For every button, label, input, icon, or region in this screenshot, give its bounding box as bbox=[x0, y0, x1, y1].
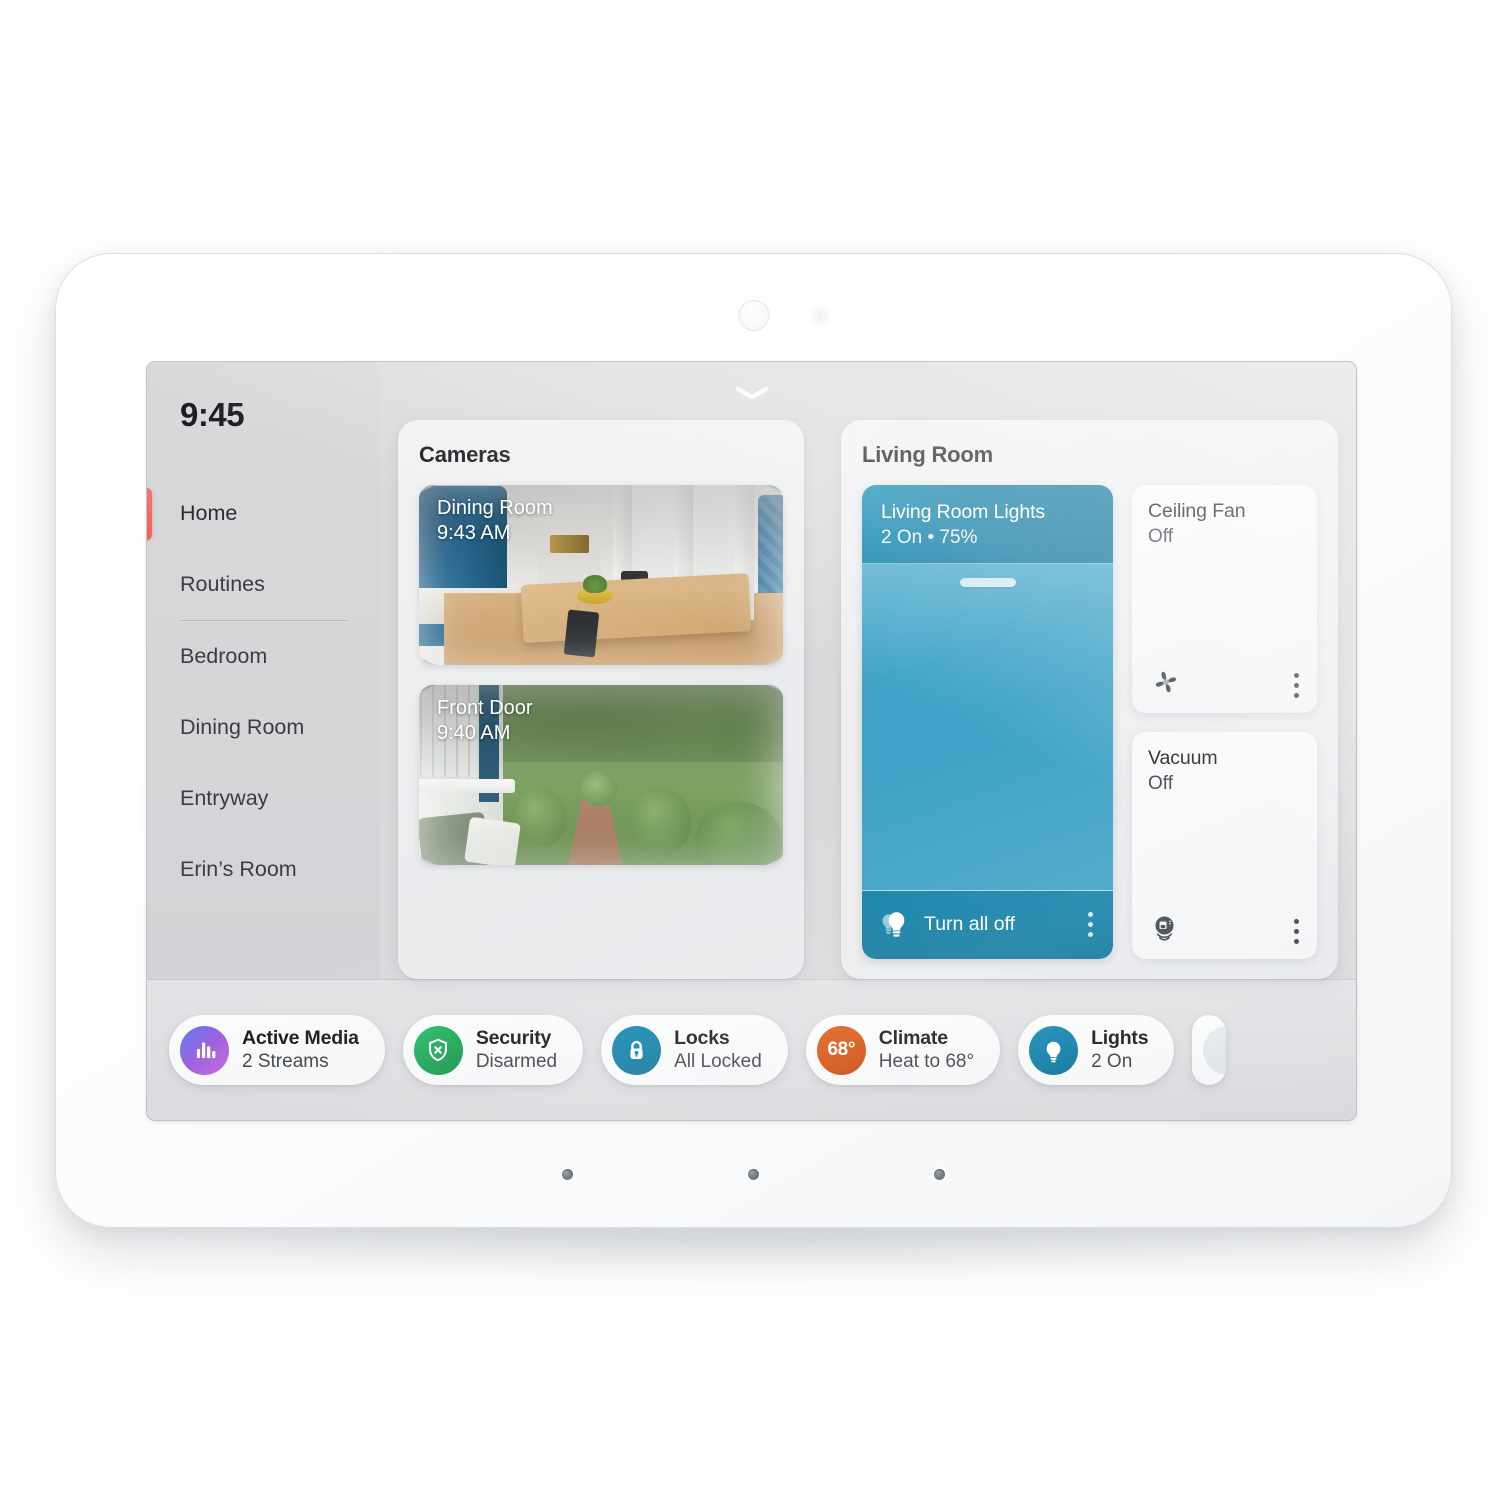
sidebar-item-label: Dining Room bbox=[180, 715, 305, 739]
sidebar-item-bedroom[interactable]: Bedroom bbox=[147, 621, 380, 692]
status-pill-title: Lights bbox=[1091, 1027, 1149, 1050]
status-pill-subtitle: 2 Streams bbox=[242, 1050, 329, 1072]
status-pill-locks[interactable]: Locks All Locked bbox=[601, 1015, 788, 1085]
kebab-menu-icon[interactable] bbox=[1290, 671, 1303, 700]
camera-timestamp: 9:40 AM bbox=[437, 721, 511, 744]
status-pill-security[interactable]: Security Disarmed bbox=[402, 1015, 584, 1085]
robot-vacuum-icon bbox=[1148, 910, 1184, 946]
temperature-badge-icon: 68° bbox=[816, 1025, 866, 1075]
lock-icon bbox=[612, 1025, 662, 1075]
cameras-card-title: Cameras bbox=[419, 442, 511, 467]
camera-name: Dining Room bbox=[437, 497, 553, 519]
status-pill-text: Locks All Locked bbox=[674, 1027, 762, 1073]
speaker-dot bbox=[934, 1169, 945, 1180]
sensor-smudge bbox=[808, 305, 831, 327]
device-drop-shadow bbox=[140, 1232, 1360, 1276]
status-pill-text: Climate Heat to 68° bbox=[879, 1027, 974, 1073]
turn-all-off-button[interactable]: Turn all off bbox=[862, 891, 1113, 959]
status-pill-bar: Active Media 2 Streams Security Disarmed bbox=[147, 979, 1356, 1120]
sidebar-item-entryway[interactable]: Entryway bbox=[147, 763, 380, 834]
lights-name: Living Room Lights bbox=[881, 501, 1046, 523]
speaker-dot bbox=[562, 1169, 573, 1180]
lightbulb-icon bbox=[1029, 1025, 1079, 1075]
living-room-card-title: Living Room bbox=[862, 442, 994, 467]
sidebar-item-label: Erin’s Room bbox=[180, 857, 297, 881]
camera-lens-icon bbox=[738, 300, 769, 331]
status-pill-climate[interactable]: 68° Climate Heat to 68° bbox=[805, 1015, 1001, 1085]
status-pill-title: Active Media bbox=[242, 1027, 359, 1050]
status-pill-text: Lights 2 On bbox=[1091, 1027, 1148, 1073]
sidebar-item-label: Home bbox=[180, 501, 238, 525]
active-indicator bbox=[147, 487, 152, 540]
camera-feed-dining-room[interactable]: Dining Room 9:43 AM bbox=[419, 485, 783, 665]
status-pill-subtitle: 2 On bbox=[1091, 1050, 1133, 1072]
device-state: Off bbox=[1148, 772, 1173, 794]
status-pill-title: Climate bbox=[878, 1027, 948, 1050]
slider-handle[interactable] bbox=[959, 578, 1016, 588]
status-pill-lights[interactable]: Lights 2 On bbox=[1018, 1015, 1175, 1085]
brightness-slider[interactable] bbox=[862, 563, 1113, 891]
device-tile-vacuum[interactable]: Vacuum Off bbox=[1132, 731, 1317, 959]
status-pill-text: Security Disarmed bbox=[476, 1027, 557, 1073]
sidebar-item-label: Bedroom bbox=[180, 644, 268, 668]
ceiling-fan-icon bbox=[1148, 664, 1184, 700]
kebab-menu-icon[interactable] bbox=[1290, 917, 1303, 946]
sidebar-item-routines[interactable]: Routines bbox=[147, 549, 380, 620]
turn-all-off-label: Turn all off bbox=[924, 912, 1016, 935]
sidebar-item-label: Routines bbox=[180, 572, 265, 596]
status-pill-title: Security bbox=[475, 1027, 552, 1050]
status-pill-title: Locks bbox=[674, 1027, 730, 1050]
shield-x-icon bbox=[413, 1025, 463, 1075]
kebab-menu-icon[interactable] bbox=[1084, 910, 1097, 939]
sidebar-item-list: Home Routines Bedroom Dining Room Entryw… bbox=[147, 478, 380, 905]
screenshot-scene: 9:45 Home Routines Bedroom Dining Room E… bbox=[0, 0, 1500, 1500]
sidebar-item-erins-room[interactable]: Erin’s Room bbox=[147, 834, 380, 905]
lights-status: 2 On • 75% bbox=[881, 527, 978, 549]
camera-feed-front-door[interactable]: Front Door 9:40 AM bbox=[419, 685, 783, 865]
living-room-card: Living Room Living Room Lights 2 On • 75… bbox=[841, 420, 1338, 979]
sidebar-item-label: Entryway bbox=[180, 786, 269, 810]
cameras-card: Cameras Dining Room 9:43 AM Front Door 9… bbox=[398, 420, 804, 979]
dashboard-cards: Cameras Dining Room 9:43 AM Front Door 9… bbox=[380, 362, 1356, 979]
speaker-dots bbox=[55, 1169, 1452, 1180]
clock: 9:45 bbox=[180, 396, 245, 433]
device-tile-ceiling-fan[interactable]: Ceiling Fan Off bbox=[1132, 485, 1317, 713]
living-room-device-tiles: Ceiling Fan Off Vacuum Off bbox=[1132, 485, 1317, 959]
climate-temperature-value: 68° bbox=[827, 1039, 856, 1060]
speaker-dot bbox=[748, 1169, 759, 1180]
device-name: Vacuum bbox=[1148, 746, 1218, 769]
sidebar-item-dining-room[interactable]: Dining Room bbox=[147, 692, 380, 763]
camera-timestamp: 9:43 AM bbox=[437, 521, 511, 544]
status-pill-subtitle: All Locked bbox=[674, 1050, 762, 1072]
display-screen: 9:45 Home Routines Bedroom Dining Room E… bbox=[147, 362, 1356, 1120]
chevron-down-icon[interactable] bbox=[735, 386, 769, 400]
camera-overlay-label: Dining Room 9:43 AM bbox=[437, 497, 553, 545]
smart-display-device: 9:45 Home Routines Bedroom Dining Room E… bbox=[55, 253, 1452, 1228]
equalizer-icon bbox=[180, 1025, 229, 1075]
lights-header[interactable]: Living Room Lights 2 On • 75% bbox=[862, 485, 1113, 564]
status-pill-subtitle: Heat to 68° bbox=[878, 1050, 975, 1072]
camera-overlay-label: Front Door 9:40 AM bbox=[437, 697, 533, 745]
status-pill-overflow[interactable] bbox=[1192, 1015, 1227, 1085]
sidebar-item-home[interactable]: Home bbox=[147, 478, 380, 549]
living-room-lights-control[interactable]: Living Room Lights 2 On • 75% Turn all o… bbox=[862, 485, 1113, 959]
device-name: Ceiling Fan bbox=[1148, 500, 1246, 522]
status-pill-active-media[interactable]: Active Media 2 Streams bbox=[169, 1015, 385, 1085]
camera-feed-list: Dining Room 9:43 AM Front Door 9:40 AM bbox=[419, 485, 783, 865]
lightbulb-icon bbox=[879, 908, 911, 940]
sidebar-nav: 9:45 Home Routines Bedroom Dining Room E… bbox=[147, 362, 380, 979]
camera-name: Front Door bbox=[437, 697, 533, 719]
status-pill-subtitle: Disarmed bbox=[475, 1050, 558, 1072]
home-dashboard: 9:45 Home Routines Bedroom Dining Room E… bbox=[147, 362, 1356, 979]
living-room-controls: Living Room Lights 2 On • 75% Turn all o… bbox=[862, 485, 1317, 959]
device-state: Off bbox=[1148, 526, 1173, 548]
overflow-pill-icon bbox=[1203, 1025, 1227, 1075]
status-pill-text: Active Media 2 Streams bbox=[242, 1027, 359, 1073]
